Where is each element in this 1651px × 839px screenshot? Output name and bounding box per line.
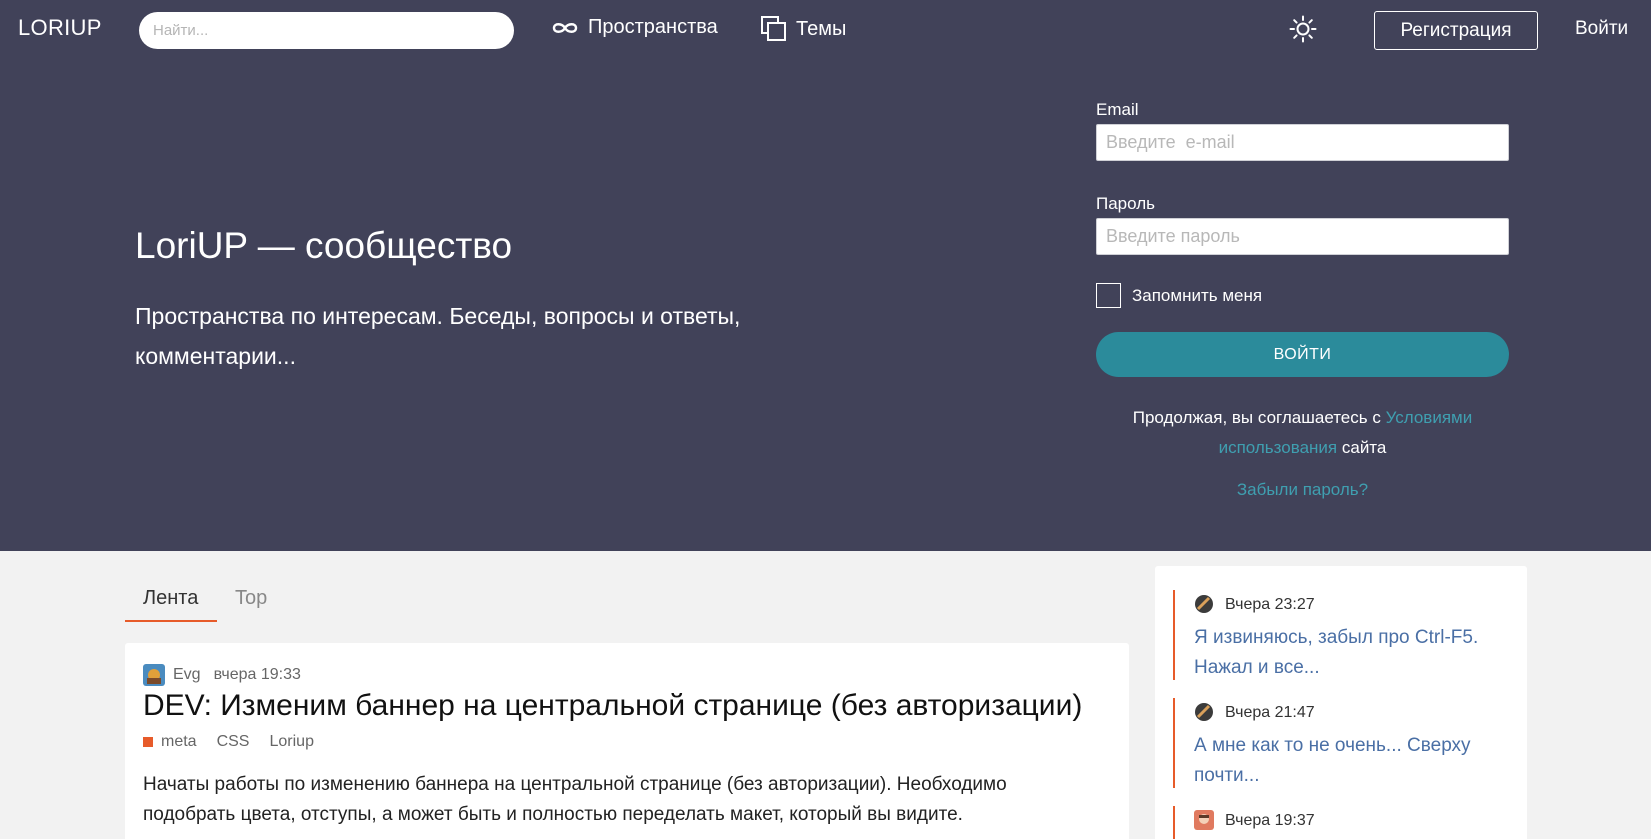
site-logo[interactable]: LORIUP [18,15,102,41]
post-card: Evg вчера 19:33 DEV: Изменим баннер на ц… [125,643,1129,839]
feed-tabs: Лента Top [125,580,285,622]
comment-meta: Вчера 19:37 [1194,810,1503,832]
tab-top[interactable]: Top [217,580,285,622]
login-form: Email Пароль Запомнить меня ВОЙТИ Продол… [1096,100,1509,500]
comment-time: Вчера 23:27 [1225,596,1315,613]
tag-loriup[interactable]: Loriup [269,733,313,751]
remember-checkbox[interactable] [1096,283,1121,308]
hero-banner: LoriUP — сообщество Пространства по инте… [0,60,1651,551]
comment-time: Вчера 19:37 [1225,812,1315,829]
comment-text[interactable]: Я извиняюсь, забыл про Ctrl-F5. Нажал и … [1194,623,1503,683]
register-button[interactable]: Регистрация [1374,11,1538,50]
comment-meta: Вчера 21:47 [1194,703,1503,723]
terms-suffix: сайта [1341,438,1387,457]
avatar[interactable] [1194,702,1216,724]
email-label: Email [1096,100,1139,119]
login-submit-button[interactable]: ВОЙТИ [1096,332,1509,377]
topics-icon [761,16,787,42]
comment-item: Вчера 19:37 [1173,806,1503,839]
avatar[interactable] [1194,810,1216,832]
tag-css[interactable]: CSS [217,733,250,751]
comment-meta: Вчера 23:27 [1194,595,1503,615]
comment-time: Вчера 21:47 [1225,704,1315,721]
tag-meta[interactable]: meta [161,733,197,751]
post-tags: meta CSS Loriup [143,733,334,751]
hero-title: LoriUP — сообщество [135,225,513,266]
avatar[interactable] [1194,594,1216,616]
post-title[interactable]: DEV: Изменим баннер на центральной стран… [143,689,1082,723]
remember-me: Запомнить меня [1096,283,1509,308]
terms-prefix: Продолжая, вы соглашаетесь с [1132,408,1381,427]
infinity-icon [551,20,579,36]
tab-feed[interactable]: Лента [125,580,217,622]
nav-topics[interactable]: Темы [761,16,846,42]
nav-spaces-label: Пространства [588,16,718,38]
terms-notice: Продолжая, вы соглашаетесь с Условиями и… [1096,403,1509,463]
tag-marker-icon [143,737,153,747]
post-body: Начаты работы по изменению баннера на це… [143,774,1007,825]
password-label: Пароль [1096,194,1155,213]
email-field[interactable] [1096,124,1509,161]
nav-topics-label: Темы [796,17,847,40]
hero-subtitle: Пространства по интересам. Беседы, вопро… [135,303,741,369]
remember-label[interactable]: Запомнить меня [1132,286,1262,306]
post-meta: Evg вчера 19:33 [143,664,301,686]
forgot-password-link[interactable]: Забыли пароль? [1096,480,1509,500]
header-login-link[interactable]: Войти [1575,18,1628,40]
nav-spaces[interactable]: Пространства [551,16,718,39]
comment-text[interactable]: А мне как то не очень... Сверху почти... [1194,731,1503,791]
sun-icon[interactable] [1289,15,1317,43]
top-navbar: LORIUP Пространства Темы Регистрация Вой… [0,0,1651,60]
post-date: вчера 19:33 [213,666,301,683]
post-author[interactable]: Evg [173,666,201,684]
comment-item: Вчера 21:47 А мне как то не очень... Све… [1173,698,1503,788]
avatar[interactable] [143,664,165,686]
password-field[interactable] [1096,218,1509,255]
search-input[interactable] [139,12,514,49]
latest-comments: Вчера 23:27 Я извиняюсь, забыл про Ctrl-… [1155,566,1527,839]
comment-item: Вчера 23:27 Я извиняюсь, забыл про Ctrl-… [1173,590,1503,680]
